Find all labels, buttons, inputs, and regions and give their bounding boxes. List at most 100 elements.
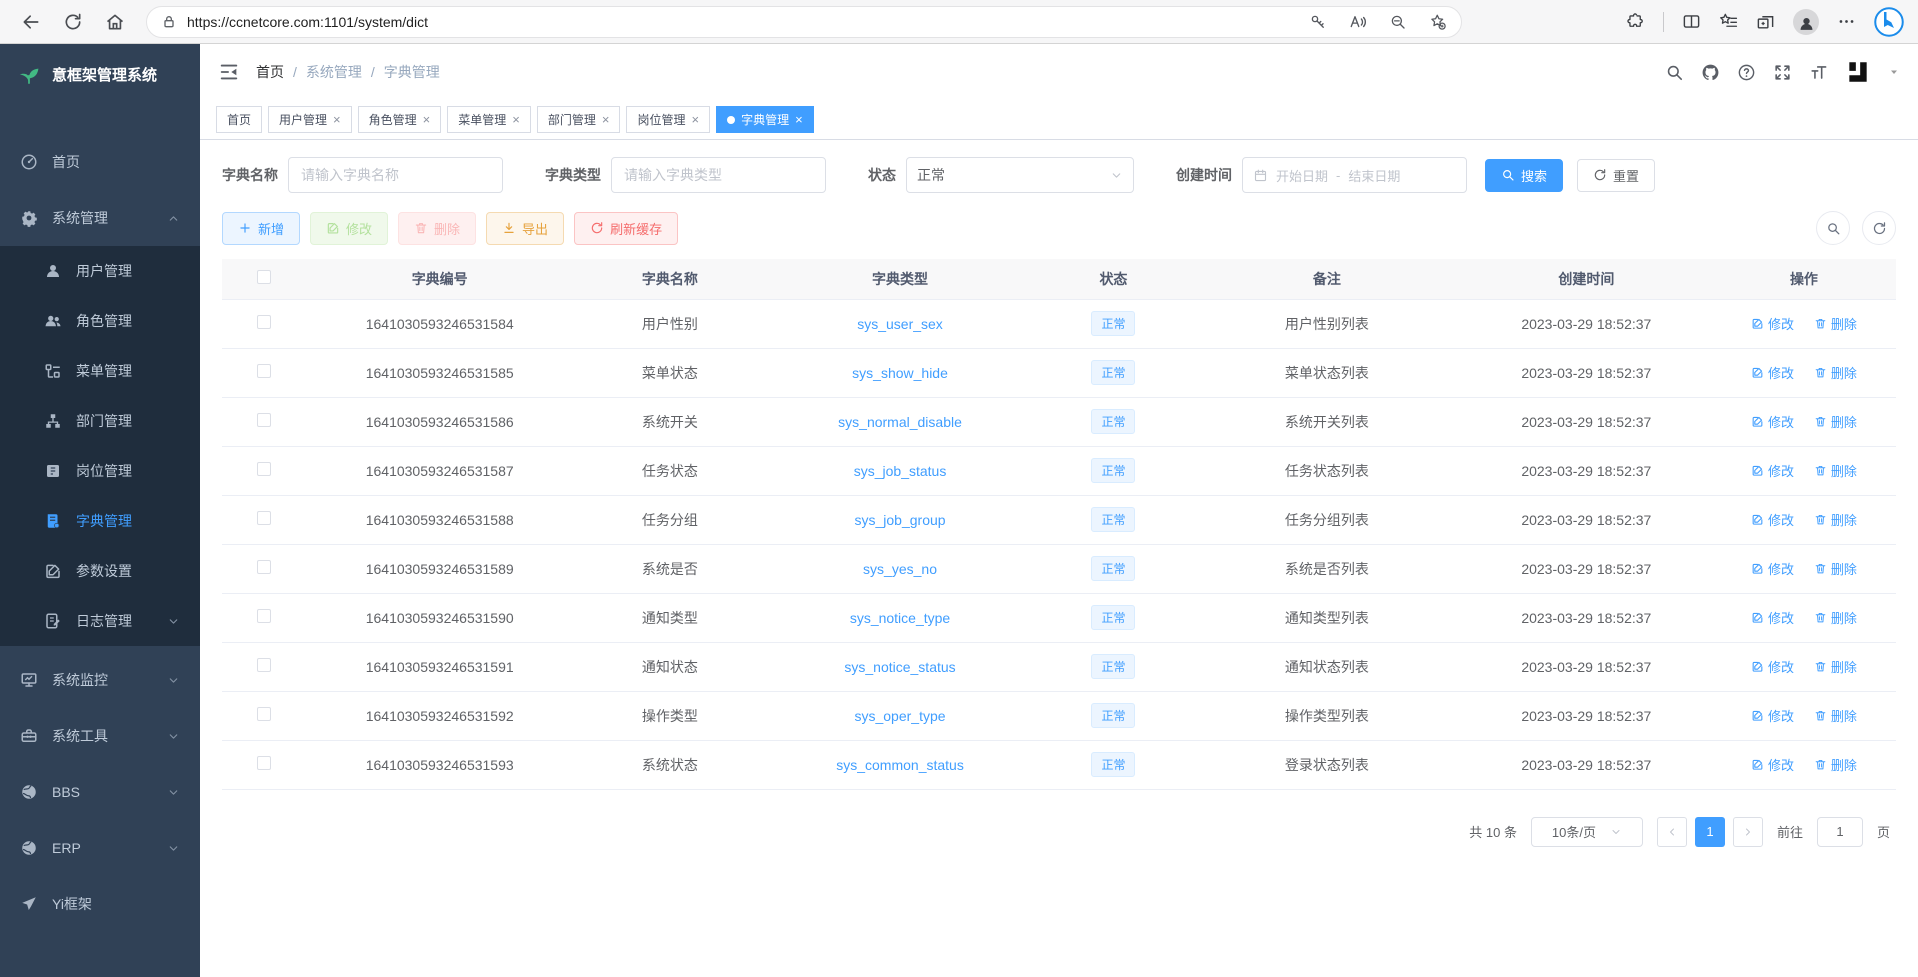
dict-name-input[interactable] [288,157,503,193]
row-checkbox[interactable] [257,707,271,721]
close-icon[interactable]: × [691,113,699,126]
row-edit-link[interactable]: 修改 [1751,706,1794,725]
dict-type-link[interactable]: sys_normal_disable [838,414,962,430]
row-edit-link[interactable]: 修改 [1751,755,1794,774]
tab-dept-management[interactable]: 部门管理× [537,106,621,133]
tab-dict-management[interactable]: 字典管理× [716,106,814,133]
select-all-checkbox[interactable] [257,270,271,284]
close-icon[interactable]: × [795,113,803,126]
dict-type-input[interactable] [611,157,826,193]
password-key-icon[interactable] [1309,13,1327,31]
sidebar-item-post-management[interactable]: 岗位管理 [0,446,200,496]
row-edit-link[interactable]: 修改 [1751,510,1794,529]
row-delete-link[interactable]: 删除 [1814,412,1857,431]
sidebar-item-dept-management[interactable]: 部门管理 [0,396,200,446]
user-logo-avatar[interactable] [1845,59,1871,85]
sidebar-item-bbs[interactable]: BBS [0,764,200,820]
dict-type-link[interactable]: sys_notice_type [850,610,950,626]
page-number-1[interactable]: 1 [1695,817,1725,847]
row-checkbox[interactable] [257,658,271,672]
tab-menu-management[interactable]: 菜单管理× [447,106,531,133]
caret-down-icon[interactable] [1888,66,1900,78]
sidebar-item-erp[interactable]: ERP [0,820,200,876]
row-checkbox[interactable] [257,315,271,329]
delete-button[interactable]: 删除 [398,212,476,245]
dict-type-link[interactable]: sys_job_status [854,463,947,479]
row-delete-link[interactable]: 删除 [1814,363,1857,382]
row-edit-link[interactable]: 修改 [1751,412,1794,431]
browser-refresh-button[interactable] [56,5,90,39]
row-checkbox[interactable] [257,364,271,378]
sidebar-item-param-settings[interactable]: 参数设置 [0,546,200,596]
row-delete-link[interactable]: 删除 [1814,314,1857,333]
row-edit-link[interactable]: 修改 [1751,608,1794,627]
refresh-cache-button[interactable]: 刷新缓存 [574,212,678,245]
row-delete-link[interactable]: 删除 [1814,755,1857,774]
sidebar-item-home[interactable]: 首页 [0,134,200,190]
collapse-sidebar-icon[interactable] [218,61,240,83]
address-bar[interactable]: https://ccnetcore.com:1101/system/dict [146,6,1462,38]
dict-type-link[interactable]: sys_yes_no [863,561,937,577]
sidebar-item-dict-management[interactable]: 字典管理 [0,496,200,546]
add-favorite-icon[interactable] [1429,13,1447,31]
sidebar-item-system-monitor[interactable]: 系统监控 [0,652,200,708]
close-icon[interactable]: × [512,113,520,126]
sidebar-item-menu-management[interactable]: 菜单管理 [0,346,200,396]
row-delete-link[interactable]: 删除 [1814,559,1857,578]
page-size-select[interactable]: 10条/页 [1531,817,1643,847]
search-button[interactable]: 搜索 [1485,159,1563,192]
refresh-table-button[interactable] [1862,211,1896,245]
browser-profile-avatar[interactable] [1793,9,1819,35]
browser-home-button[interactable] [98,5,132,39]
dict-type-link[interactable]: sys_oper_type [854,708,945,724]
row-delete-link[interactable]: 删除 [1814,608,1857,627]
text-size-icon[interactable] [1809,63,1828,82]
row-checkbox[interactable] [257,560,271,574]
reset-button[interactable]: 重置 [1577,159,1655,192]
sidebar-item-log-management[interactable]: 日志管理 [0,596,200,646]
dict-type-link[interactable]: sys_user_sex [857,316,943,332]
row-edit-link[interactable]: 修改 [1751,363,1794,382]
row-checkbox[interactable] [257,756,271,770]
extensions-icon[interactable] [1626,12,1645,31]
dict-type-link[interactable]: sys_common_status [836,757,964,773]
collections-icon[interactable] [1756,12,1775,31]
row-delete-link[interactable]: 删除 [1814,657,1857,676]
prev-page-button[interactable] [1657,817,1687,847]
row-checkbox[interactable] [257,462,271,476]
row-edit-link[interactable]: 修改 [1751,657,1794,676]
sidebar-item-system-tools[interactable]: 系统工具 [0,708,200,764]
row-checkbox[interactable] [257,511,271,525]
zoom-out-icon[interactable] [1389,13,1407,31]
tab-home[interactable]: 首页 [216,106,262,133]
sidebar-item-role-management[interactable]: 角色管理 [0,296,200,346]
row-delete-link[interactable]: 删除 [1814,461,1857,480]
next-page-button[interactable] [1733,817,1763,847]
github-icon[interactable] [1701,63,1720,82]
header-search-icon[interactable] [1665,63,1684,82]
breadcrumb-home[interactable]: 首页 [256,62,284,82]
dict-type-link[interactable]: sys_notice_status [844,659,955,675]
sidebar-item-yi-framework[interactable]: Yi框架 [0,876,200,932]
status-select[interactable]: 正常 [906,157,1134,193]
tab-post-management[interactable]: 岗位管理× [626,106,710,133]
date-range-picker[interactable]: 开始日期 - 结束日期 [1242,157,1467,193]
dict-type-link[interactable]: sys_show_hide [852,365,948,381]
tab-user-management[interactable]: 用户管理× [268,106,352,133]
edit-button[interactable]: 修改 [310,212,388,245]
add-button[interactable]: 新增 [222,212,300,245]
row-checkbox[interactable] [257,609,271,623]
export-button[interactable]: 导出 [486,212,564,245]
sidebar-item-user-management[interactable]: 用户管理 [0,246,200,296]
split-screen-icon[interactable] [1682,12,1701,31]
read-aloud-icon[interactable] [1349,13,1367,31]
close-icon[interactable]: × [333,113,341,126]
help-icon[interactable] [1737,63,1756,82]
close-icon[interactable]: × [602,113,610,126]
row-delete-link[interactable]: 删除 [1814,706,1857,725]
bing-chat-icon[interactable] [1874,7,1904,37]
row-delete-link[interactable]: 删除 [1814,510,1857,529]
row-edit-link[interactable]: 修改 [1751,559,1794,578]
sidebar-item-system-management[interactable]: 系统管理 [0,190,200,246]
browser-back-button[interactable] [14,5,48,39]
